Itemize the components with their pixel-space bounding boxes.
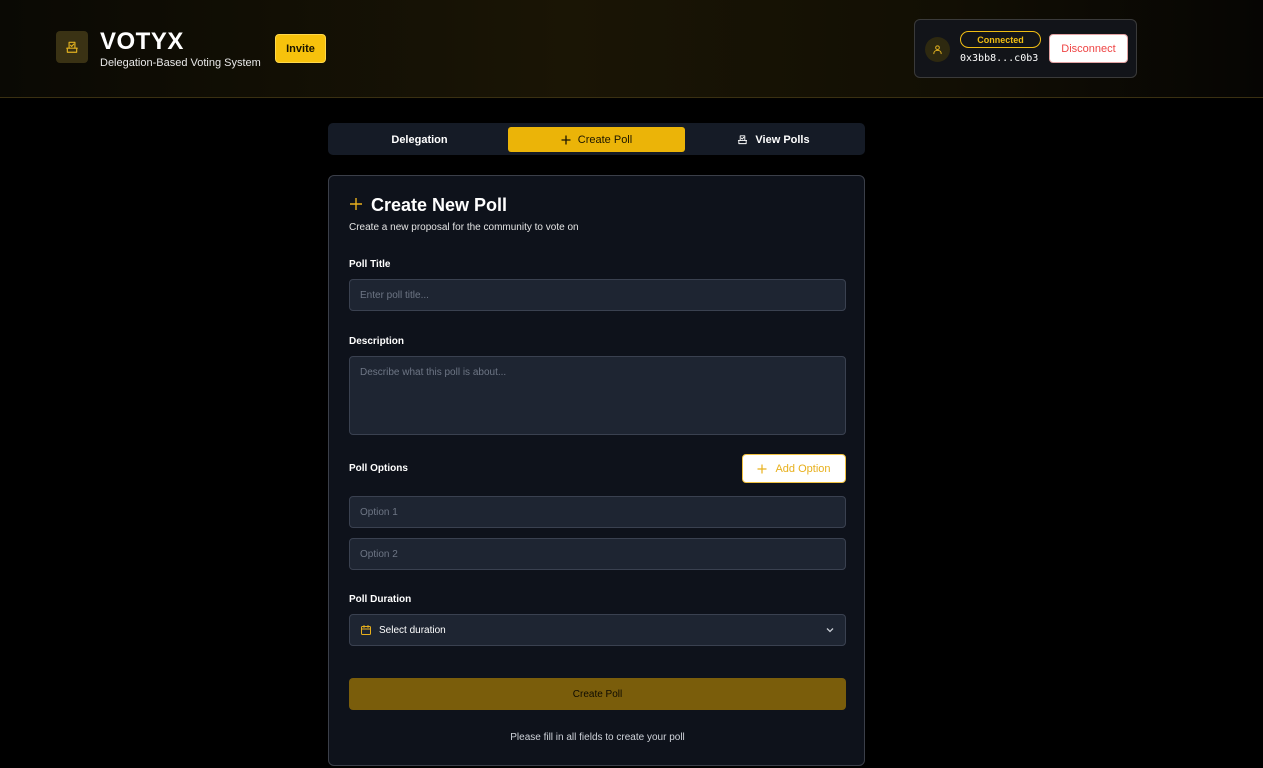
tab-label: Create Poll — [577, 133, 633, 146]
add-option-label: Add Option — [775, 462, 831, 475]
tab-view-polls[interactable]: View Polls — [685, 127, 862, 152]
card-title: Create New Poll — [371, 195, 508, 215]
description-textarea[interactable] — [349, 356, 846, 435]
plus-icon — [757, 464, 767, 474]
description-label: Description — [349, 336, 405, 347]
poll-title-input[interactable] — [349, 279, 846, 311]
app-title: VOTYX — [100, 28, 184, 55]
tab-label: Delegation — [391, 133, 448, 146]
app-header: VOTYX Delegation-Based Voting System Inv… — [0, 0, 1263, 98]
create-poll-button[interactable]: Create Poll — [349, 678, 846, 710]
form-hint: Please fill in all fields to create your… — [510, 732, 685, 743]
disconnect-button[interactable]: Disconnect — [1049, 34, 1128, 63]
tab-create-poll[interactable]: Create Poll — [508, 127, 685, 152]
poll-title-label: Poll Title — [349, 259, 391, 270]
chevron-down-icon — [825, 625, 835, 635]
poll-options-label: Poll Options — [349, 463, 408, 474]
card-subtitle: Create a new proposal for the community … — [349, 222, 579, 233]
invite-button[interactable]: Invite — [275, 34, 326, 63]
tab-label: View Polls — [755, 133, 810, 146]
duration-select[interactable]: Select duration — [349, 614, 846, 646]
tab-bar: Delegation Create Poll View Polls — [328, 123, 865, 155]
wallet-panel: Connected 0x3bb8...c0b3 Disconnect — [914, 19, 1137, 78]
user-icon — [925, 37, 950, 62]
duration-select-value: Select duration — [379, 624, 446, 636]
connection-status-badge: Connected — [960, 31, 1041, 48]
ballot-logo-icon — [56, 31, 88, 63]
plus-icon — [561, 135, 571, 145]
option-1-input[interactable] — [349, 496, 846, 528]
plus-icon — [349, 197, 363, 211]
wallet-address: 0x3bb8...c0b3 — [960, 53, 1039, 64]
app-tagline: Delegation-Based Voting System — [100, 57, 261, 69]
poll-duration-label: Poll Duration — [349, 594, 412, 605]
ballot-icon — [737, 134, 748, 145]
calendar-icon — [360, 624, 372, 636]
tab-delegation[interactable]: Delegation — [331, 127, 508, 152]
add-option-button[interactable]: Add Option — [742, 454, 846, 483]
create-poll-card: Create New Poll Create a new proposal fo… — [328, 175, 865, 766]
option-2-input[interactable] — [349, 538, 846, 570]
